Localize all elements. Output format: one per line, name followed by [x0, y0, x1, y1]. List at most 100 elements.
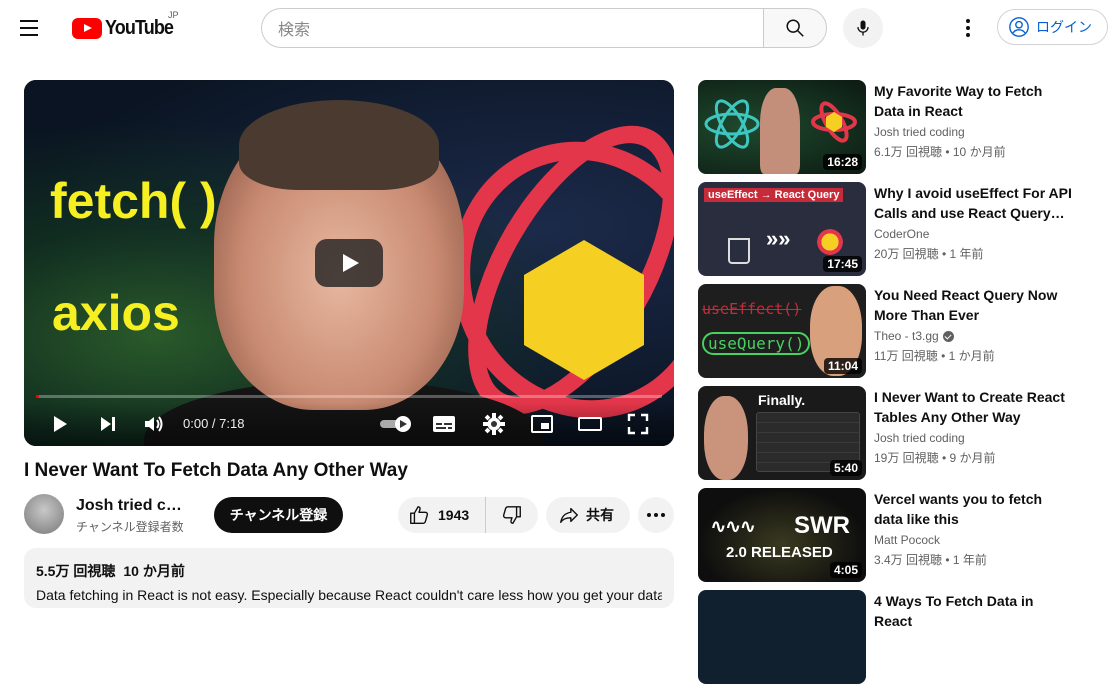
share-button[interactable]: 共有 — [546, 497, 630, 533]
subscriber-count: チャンネル登録者数 — [76, 520, 184, 534]
related-video-item[interactable]: useEffect() useQuery() 11:04 You Need Re… — [698, 284, 1088, 378]
thumbnail-banner: useEffect → React Query — [704, 188, 844, 202]
overlay-text-axios: axios — [52, 285, 180, 341]
subscribe-button[interactable]: チャンネル登録 — [214, 497, 343, 533]
react-query-logo-icon — [811, 101, 857, 143]
progress-bar[interactable] — [36, 395, 662, 398]
video-duration: 11:04 — [823, 358, 862, 374]
thumbs-up-icon — [410, 506, 429, 524]
related-video-title[interactable]: Vercel wants you to fetch data like this — [874, 489, 1074, 529]
like-button[interactable]: 1943 — [398, 497, 486, 533]
related-video-item[interactable]: useEffect → React Query »» 17:45 Why I a… — [698, 182, 1088, 276]
description-box[interactable]: 5.5万 回視聴 10 か月前 Data fetching in React is… — [24, 548, 674, 608]
login-button[interactable]: ログイン — [997, 9, 1108, 45]
subtitles-button[interactable] — [430, 410, 458, 438]
video-thumbnail[interactable]: Finally. 5:40 — [698, 386, 866, 480]
masthead: YouTube JP 検索 ログイン — [0, 0, 1109, 56]
youtube-logo[interactable]: YouTube JP — [72, 10, 181, 40]
presenter-hair — [239, 100, 439, 190]
verified-badge-icon — [942, 330, 954, 342]
search-placeholder: 検索 — [278, 22, 311, 39]
like-count: 1943 — [438, 507, 470, 523]
video-duration: 4:05 — [829, 562, 862, 578]
related-video-title[interactable]: 4 Ways To Fetch Data in React — [874, 591, 1074, 631]
view-count: 5.5万 回視聴 — [36, 563, 116, 579]
channel-avatar[interactable] — [24, 494, 64, 534]
related-video-item[interactable]: 16:28 My Favorite Way to Fetch Data in R… — [698, 80, 1088, 174]
related-video-channel[interactable]: Theo - t3.gg — [874, 329, 954, 343]
channel-name: Theo - t3.gg — [874, 329, 939, 343]
subtitles-icon — [433, 416, 455, 432]
channel-name: Matt Pocock — [874, 533, 941, 547]
like-dislike-bar: 1943 — [398, 497, 538, 533]
react-logo-icon — [704, 99, 760, 149]
related-video-item[interactable]: Finally. 5:40 I Never Want to Create Rea… — [698, 386, 1088, 480]
search-button[interactable] — [763, 8, 827, 48]
channel-name: Josh tried coding — [874, 431, 965, 445]
menu-icon[interactable] — [20, 14, 52, 42]
theater-mode-button[interactable] — [576, 410, 604, 438]
related-video-item[interactable]: ∿∿∿ SWR 2.0 RELEASED 4:05 Vercel wants y… — [698, 488, 1088, 582]
autoplay-toggle[interactable] — [378, 410, 414, 438]
share-icon — [560, 507, 578, 524]
search-input[interactable]: 検索 — [261, 8, 763, 48]
next-button[interactable] — [94, 410, 122, 438]
theater-mode-icon — [578, 417, 602, 431]
video-thumbnail[interactable] — [698, 590, 866, 684]
next-icon — [101, 417, 115, 431]
related-video-item[interactable]: 4 Ways To Fetch Data in React — [698, 590, 1088, 684]
play-icon — [54, 416, 67, 432]
thumbnail-text: SWR — [794, 512, 850, 539]
microphone-icon — [857, 20, 869, 36]
channel-name: CoderOne — [874, 227, 930, 241]
video-duration: 16:28 — [823, 154, 862, 170]
channel-name[interactable]: Josh tried coding — [76, 497, 186, 515]
volume-button[interactable] — [140, 410, 168, 438]
related-video-meta: 20万 回視聴 • 1 年前 — [874, 247, 984, 261]
related-video-title[interactable]: My Favorite Way to Fetch Data in React — [874, 81, 1074, 121]
related-video-title[interactable]: Why I avoid useEffect For API Calls and … — [874, 183, 1074, 223]
autoplay-toggle-icon — [380, 416, 411, 432]
large-play-button[interactable] — [315, 239, 383, 287]
channel-name: Josh tried coding — [874, 125, 965, 139]
search-icon — [786, 19, 804, 37]
video-thumbnail[interactable]: 16:28 — [698, 80, 866, 174]
settings-button[interactable] — [480, 410, 508, 438]
fullscreen-icon — [627, 413, 649, 435]
dislike-button[interactable] — [486, 504, 538, 526]
upload-age: 10 か月前 — [123, 563, 185, 579]
thumbs-down-icon — [502, 506, 521, 524]
related-video-channel[interactable]: CoderOne — [874, 227, 929, 241]
related-video-channel[interactable]: Josh tried coding — [874, 431, 965, 445]
login-label: ログイン — [1036, 19, 1092, 35]
progress-fill — [36, 395, 40, 398]
country-code: JP — [168, 10, 179, 20]
logo-text: YouTube — [105, 16, 174, 39]
related-video-channel[interactable]: Matt Pocock — [874, 533, 940, 547]
voice-search-button[interactable] — [843, 8, 883, 48]
related-video-meta: 3.4万 回視聴 • 1 年前 — [874, 553, 987, 567]
gear-icon — [483, 413, 505, 435]
more-actions-button[interactable] — [638, 497, 674, 533]
play-button[interactable] — [46, 410, 74, 438]
thumbnail-code-text: useQuery() — [702, 332, 811, 355]
presenter-face — [760, 88, 800, 174]
miniplayer-button[interactable] — [528, 410, 556, 438]
chevrons-icon: »» — [766, 226, 791, 251]
related-video-channel[interactable]: Josh tried coding — [874, 125, 965, 139]
settings-more-icon[interactable] — [958, 16, 978, 40]
related-video-meta: 11万 回視聴 • 1 か月前 — [874, 349, 995, 363]
player-controls: 0:00 / 7:18 — [24, 402, 674, 446]
video-thumbnail[interactable]: useEffect → React Query »» 17:45 — [698, 182, 866, 276]
thumbnail-text: Finally. — [758, 392, 806, 408]
related-video-title[interactable]: I Never Want to Create React Tables Any … — [874, 387, 1074, 427]
video-duration: 5:40 — [829, 460, 862, 476]
video-player[interactable]: fetch( ) axios 0:00 / 7:18 — [24, 80, 674, 446]
trash-can-icon — [728, 238, 750, 264]
video-thumbnail[interactable]: ∿∿∿ SWR 2.0 RELEASED 4:05 — [698, 488, 866, 582]
video-stats: 5.5万 回視聴 10 か月前 — [36, 561, 662, 581]
related-video-title[interactable]: You Need React Query Now More Than Ever — [874, 285, 1074, 325]
fullscreen-button[interactable] — [624, 410, 652, 438]
thumbnail-code-text: useEffect() — [702, 300, 802, 318]
video-thumbnail[interactable]: useEffect() useQuery() 11:04 — [698, 284, 866, 378]
